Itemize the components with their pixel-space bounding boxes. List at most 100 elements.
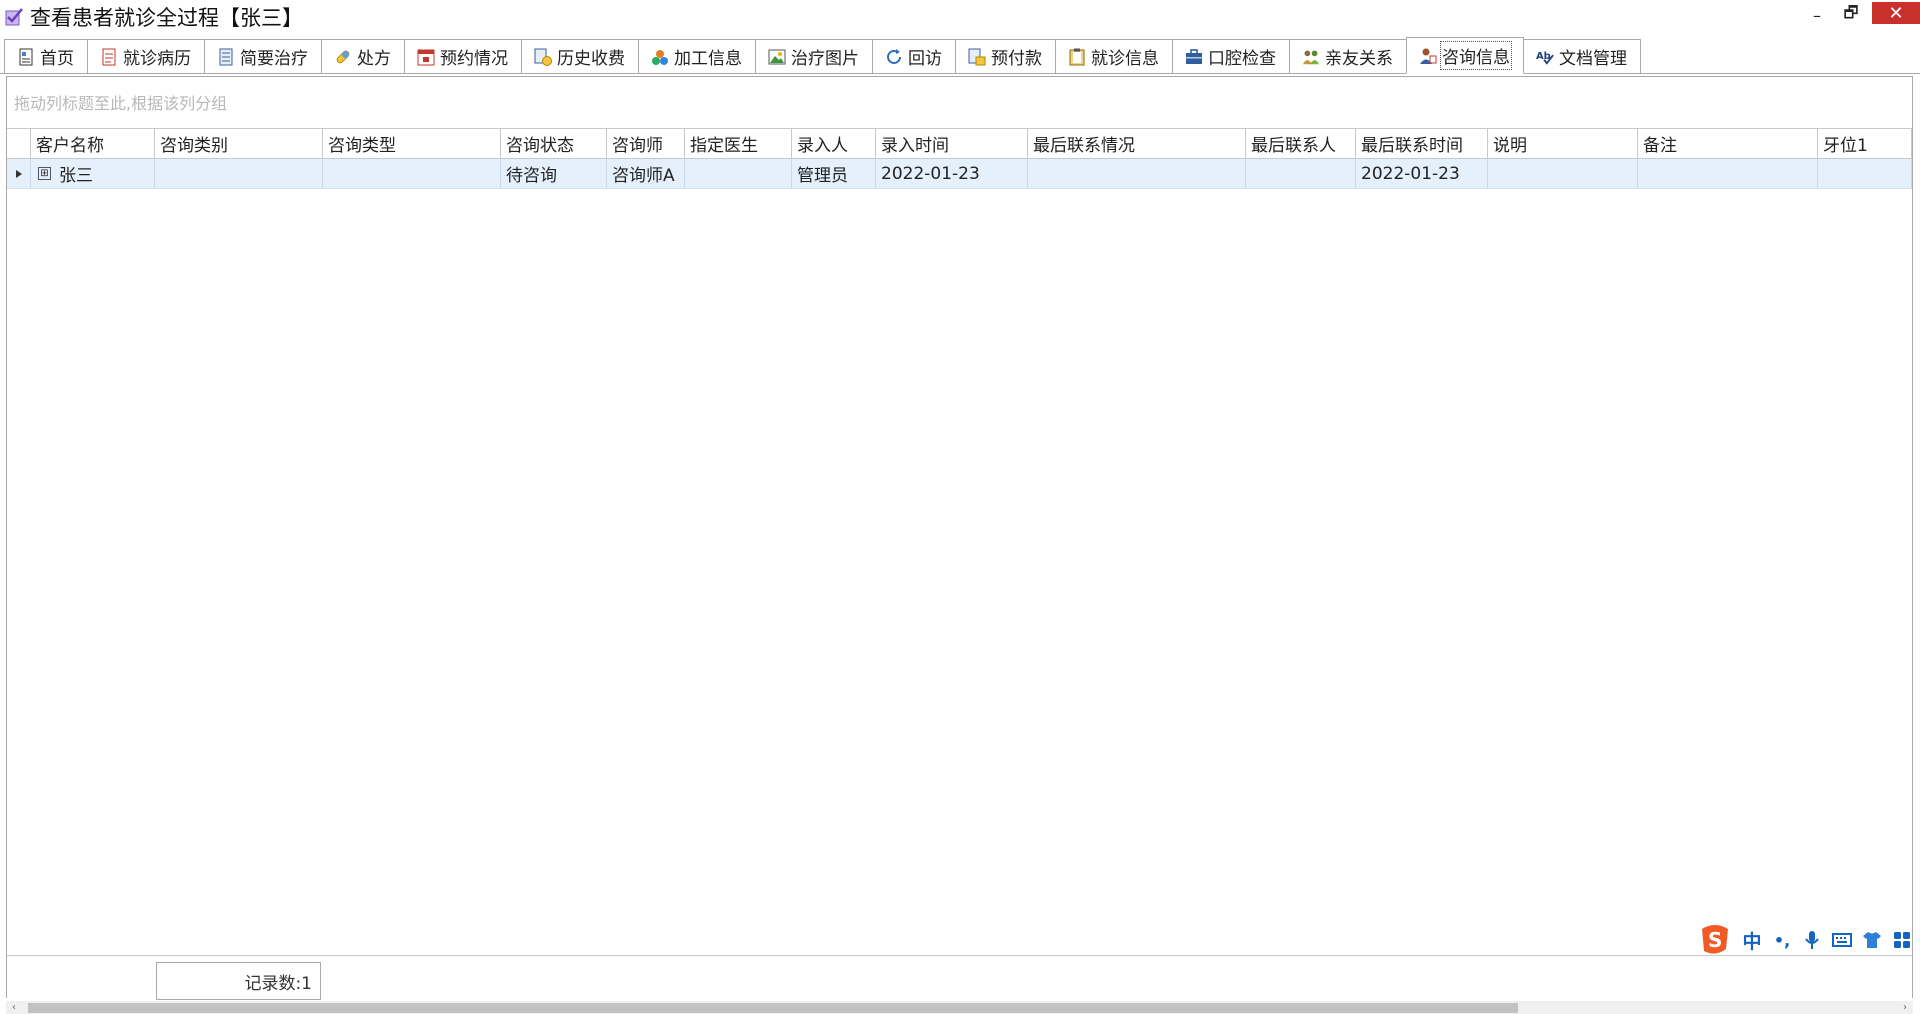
sogou-logo-icon[interactable]: S: [1696, 923, 1734, 957]
tab-medical-record[interactable]: 就诊病历: [87, 39, 205, 73]
cell-text: 待咨询: [506, 166, 557, 186]
table-cell[interactable]: 2022-01-23: [1356, 159, 1488, 188]
column-header[interactable]: 最后联系时间: [1356, 129, 1488, 158]
expand-icon[interactable]: ⊞: [38, 167, 51, 180]
column-header[interactable]: 咨询类别: [155, 129, 323, 158]
table-cell[interactable]: 待咨询: [501, 159, 607, 188]
scroll-thumb[interactable]: [28, 1003, 1518, 1013]
column-header[interactable]: 指定医生: [685, 129, 792, 158]
tab-prepayment[interactable]: 预付款: [955, 39, 1056, 73]
table-cell[interactable]: [1028, 159, 1246, 188]
table-cell[interactable]: 咨询师A: [607, 159, 685, 188]
cell-text: 管理员: [797, 166, 848, 186]
tab-label: 回访: [908, 49, 942, 69]
pill-icon: [334, 48, 352, 66]
tab-billing[interactable]: 历史收费: [521, 39, 639, 73]
table-cell[interactable]: ⊞ 张三: [31, 159, 155, 188]
tab-label: 文档管理: [1559, 49, 1627, 69]
skin-shirt-icon[interactable]: [1860, 926, 1884, 954]
table-cell[interactable]: [1246, 159, 1356, 188]
home-icon: [17, 48, 35, 66]
spellcheck-icon: Ab: [1536, 48, 1554, 66]
tab-label: 历史收费: [557, 49, 625, 69]
refresh-icon: [885, 48, 903, 66]
tab-spellcheck[interactable]: Ab 文档管理: [1523, 39, 1641, 73]
tab-pill[interactable]: 处方: [321, 39, 405, 73]
keyboard-icon[interactable]: [1830, 926, 1854, 954]
table-cell[interactable]: 管理员: [792, 159, 876, 188]
tab-home[interactable]: 首页: [4, 39, 88, 73]
column-header[interactable]: 咨询师: [607, 129, 685, 158]
column-header[interactable]: 备注: [1638, 129, 1818, 158]
tab-document[interactable]: 简要治疗: [204, 39, 322, 73]
restore-button[interactable]: 🗗: [1834, 2, 1868, 28]
tab-image[interactable]: 治疗图片: [755, 39, 873, 73]
ime-toolbar: S 中 •,: [1696, 922, 1914, 958]
record-count: 记录数:1: [156, 962, 321, 1000]
column-header[interactable]: 录入时间: [876, 129, 1028, 158]
column-header[interactable]: 说明: [1488, 129, 1638, 158]
grid-body: ⊞ 张三 待咨询 咨询师A 管理员 2022-01-23 2022-01-23: [7, 159, 1912, 189]
cell-text: 2022-01-23: [1361, 163, 1460, 184]
horizontal-scrollbar[interactable]: ‹ ›: [6, 1001, 1913, 1014]
tab-consult-user[interactable]: 咨询信息: [1406, 37, 1524, 74]
document-icon: [217, 48, 235, 66]
grid-header: 客户名称 咨询类别 咨询类型 咨询状态 咨询师 指定医生 录入人 录入时间 最后联系情况 最后联系…: [7, 129, 1912, 159]
minimize-button[interactable]: –: [1800, 2, 1834, 28]
briefcase-icon: [1185, 48, 1203, 66]
table-row[interactable]: ⊞ 张三 待咨询 咨询师A 管理员 2022-01-23 2022-01-23: [7, 159, 1912, 189]
window: 查看患者就诊全过程【张三】 – 🗗 ✕ 首页 就诊病历 简要治疗 处方 预约情况 历史收费…: [0, 0, 1920, 1014]
billing-icon: [534, 48, 552, 66]
column-header[interactable]: 录入人: [792, 129, 876, 158]
ime-punct-toggle[interactable]: •,: [1770, 926, 1794, 954]
column-header[interactable]: 最后联系情况: [1028, 129, 1246, 158]
row-pointer-icon: [7, 159, 31, 188]
group-by-hint: 拖动列标题至此,根据该列分组: [14, 94, 228, 113]
grid-menu-icon[interactable]: [1890, 926, 1914, 954]
table-cell[interactable]: [1638, 159, 1818, 188]
tab-calendar[interactable]: 预约情况: [404, 39, 522, 73]
medical-record-icon: [100, 48, 118, 66]
tab-label: 亲友关系: [1325, 49, 1393, 69]
consult-user-icon: [1419, 47, 1437, 65]
table-cell[interactable]: 2022-01-23: [876, 159, 1028, 188]
column-header[interactable]: 咨询状态: [501, 129, 607, 158]
tab-label: 就诊信息: [1091, 49, 1159, 69]
column-header[interactable]: 咨询类型: [323, 129, 501, 158]
column-header[interactable]: 客户名称: [31, 129, 155, 158]
ime-mode-toggle[interactable]: 中: [1740, 926, 1764, 954]
table-cell[interactable]: [1818, 159, 1912, 188]
tab-label: 咨询信息: [1440, 41, 1512, 70]
scroll-left-icon[interactable]: ‹: [6, 1001, 22, 1014]
consult-info-panel: 拖动列标题至此,根据该列分组 客户名称 咨询类别 咨询类型 咨询状态 咨询师 指定医生 录入…: [6, 76, 1913, 1000]
prepayment-icon: [968, 48, 986, 66]
title-bar: 查看患者就诊全过程【张三】 – 🗗 ✕: [0, 0, 1920, 34]
tab-label: 简要治疗: [240, 49, 308, 69]
clipboard-icon: [1068, 48, 1086, 66]
scroll-right-icon[interactable]: ›: [1897, 1001, 1913, 1014]
window-controls: – 🗗 ✕: [1800, 0, 1920, 30]
consult-grid: 客户名称 咨询类别 咨询类型 咨询状态 咨询师 指定医生 录入人 录入时间 最后联系情况 最后联系…: [7, 128, 1912, 959]
table-cell[interactable]: [685, 159, 792, 188]
tab-label: 预约情况: [440, 49, 508, 69]
svg-text:S: S: [1708, 928, 1722, 952]
tab-bar: 首页 就诊病历 简要治疗 处方 预约情况 历史收费 加工信息 治疗图片 回访 预付款 就诊信息 口腔检…: [0, 37, 1920, 74]
microphone-icon[interactable]: [1800, 926, 1824, 954]
tab-clipboard[interactable]: 就诊信息: [1055, 39, 1173, 73]
table-cell[interactable]: [155, 159, 323, 188]
tab-briefcase[interactable]: 口腔检查: [1172, 39, 1290, 73]
cell-text: 张三: [59, 166, 93, 186]
column-header[interactable]: 最后联系人: [1246, 129, 1356, 158]
tab-people[interactable]: 亲友关系: [1289, 39, 1407, 73]
grid-footer: 记录数:1: [7, 955, 1912, 1000]
column-header[interactable]: 牙位1: [1818, 129, 1912, 158]
table-cell[interactable]: [323, 159, 501, 188]
tab-processing[interactable]: 加工信息: [638, 39, 756, 73]
calendar-icon: [417, 48, 435, 66]
tab-refresh[interactable]: 回访: [872, 39, 956, 73]
group-by-panel[interactable]: 拖动列标题至此,根据该列分组: [7, 77, 1912, 127]
row-indicator-header: [7, 129, 31, 158]
table-cell[interactable]: [1488, 159, 1638, 188]
tab-label: 处方: [357, 49, 391, 69]
close-button[interactable]: ✕: [1872, 2, 1920, 24]
